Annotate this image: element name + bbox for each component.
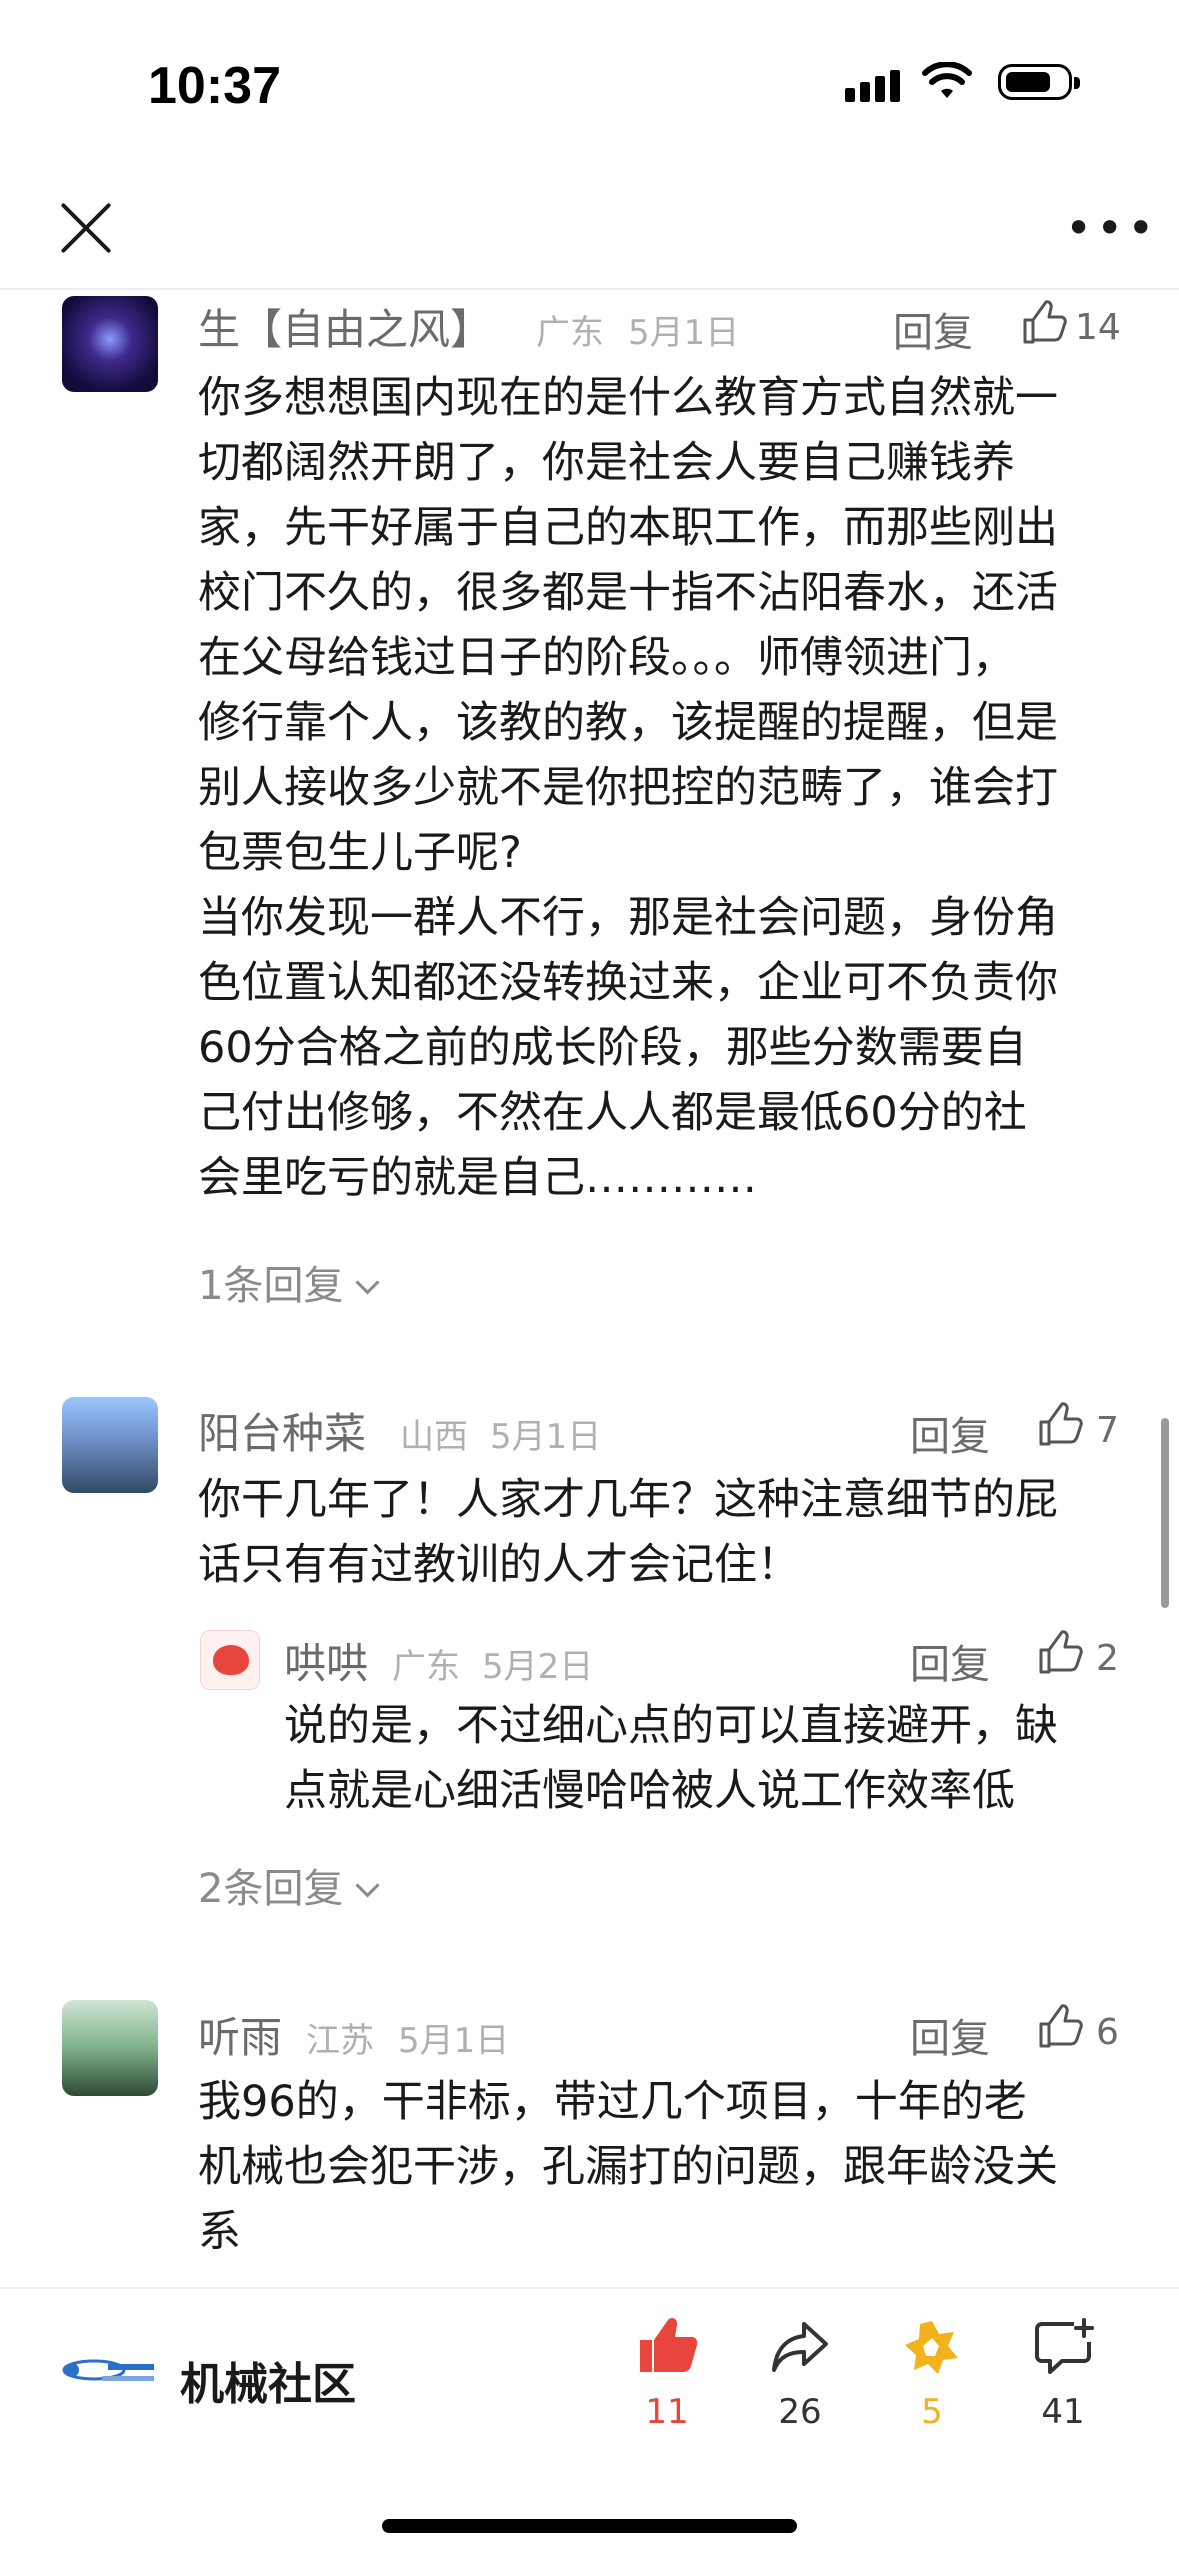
- thumbs-up-filled-icon[interactable]: [638, 2316, 698, 2374]
- chevron-down-icon: [355, 1873, 380, 1898]
- comment-line: 会里吃亏的就是自己…………: [198, 1153, 757, 1203]
- comment-region: 山西: [400, 1417, 468, 1457]
- top-nav-bar: [0, 170, 1179, 290]
- thumbs-up-icon[interactable]: [1037, 1402, 1083, 1448]
- like-count: 6: [1096, 2012, 1119, 2053]
- comment-date: 5月1日: [490, 1417, 602, 1457]
- reply-line: 说的是，不过细心点的可以直接避开，缺: [284, 1701, 1058, 1751]
- scrollbar[interactable]: [1161, 1418, 1169, 1608]
- comment-line: 我96的，干非标，带过几个项目，十年的老: [198, 2077, 1027, 2127]
- comment-add-icon[interactable]: [1034, 2318, 1096, 2376]
- comment-text: 你干几年了！人家才几年？这种注意细节的屁 话只有有过教训的人才会记住！: [198, 1468, 1138, 1598]
- comment-line: 你干几年了！人家才几年？这种注意细节的屁: [198, 1475, 1058, 1525]
- comment-line: 60分合格之前的成长阶段，那些分数需要自: [198, 1023, 1027, 1073]
- comment-line: 别人接收多少就不是你把控的范畴了，谁会打: [198, 763, 1058, 813]
- reply-author[interactable]: 哄哄: [284, 1630, 368, 1691]
- comment-author[interactable]: 生【自由之风】: [198, 296, 492, 357]
- avatar[interactable]: [62, 1397, 158, 1493]
- like-total: 11: [645, 2392, 689, 2432]
- comment-date: 5月1日: [398, 2021, 510, 2061]
- like-count: 7: [1096, 1410, 1119, 1451]
- reply-button[interactable]: 回复: [893, 300, 973, 358]
- comment-region: 广东: [536, 313, 604, 353]
- comment-line: 话只有有过教训的人才会记住！: [198, 1540, 800, 1590]
- comment-line: 在父母给钱过日子的阶段。。。师傅领进门，: [198, 633, 1015, 683]
- avatar[interactable]: [200, 1630, 260, 1690]
- reply-button[interactable]: 回复: [910, 1632, 990, 1690]
- comment-line: 你多想想国内现在的是什么教育方式自然就一: [198, 373, 1058, 423]
- community-name[interactable]: 机械社区: [180, 2348, 356, 2412]
- share-total: 26: [778, 2392, 822, 2432]
- status-time: 10:37: [148, 57, 281, 115]
- comment-line: 系: [198, 2207, 241, 2257]
- thumbs-up-icon[interactable]: [1037, 1630, 1083, 1676]
- comment-author[interactable]: 阳台种菜: [198, 1400, 366, 1461]
- reply-line: 点就是心细活慢哈哈被人说工作效率低: [284, 1766, 1015, 1816]
- reply-button[interactable]: 回复: [910, 2006, 990, 2064]
- avatar[interactable]: [62, 2000, 158, 2096]
- comment-line: 机械也会犯干涉，孔漏打的问题，跟年龄没关: [198, 2142, 1058, 2192]
- view-replies-label: 1条回复: [198, 1263, 344, 1309]
- battery-icon: [998, 64, 1080, 100]
- comment-author[interactable]: 听雨: [198, 2004, 282, 2065]
- reply-text: 说的是，不过细心点的可以直接避开，缺 点就是心细活慢哈哈被人说工作效率低: [284, 1694, 1144, 1824]
- home-indicator[interactable]: [382, 2519, 797, 2533]
- comment-total: 41: [1041, 2392, 1085, 2432]
- avatar[interactable]: [62, 296, 158, 392]
- reply-date: 5月2日: [482, 1647, 594, 1687]
- reply-region: 广东: [392, 1647, 460, 1687]
- like-count: 2: [1096, 1638, 1119, 1679]
- comment-date: 5月1日: [628, 313, 740, 353]
- comment-line: 切都阔然开朗了，你是社会人要自己赚钱养: [198, 438, 1015, 488]
- comment-text: 你多想想国内现在的是什么教育方式自然就一 切都阔然开朗了，你是社会人要自己赚钱养…: [198, 366, 1138, 1211]
- comment-text: 我96的，干非标，带过几个项目，十年的老 机械也会犯干涉，孔漏打的问题，跟年龄没…: [198, 2070, 1138, 2265]
- bottom-action-bar: [0, 2287, 1179, 2556]
- comment-line: 当你发现一群人不行，那是社会问题，身份角: [198, 893, 1058, 943]
- view-replies-label: 2条回复: [198, 1866, 344, 1912]
- community-logo: [62, 2359, 154, 2381]
- close-icon[interactable]: [56, 198, 116, 258]
- view-replies-link[interactable]: 2条回复: [198, 1856, 380, 1914]
- comment-line: 包票包生儿子呢?: [198, 828, 522, 878]
- thumbs-up-icon[interactable]: [1021, 300, 1067, 346]
- comment-line: 校门不久的，很多都是十指不沾阳春水，还活: [198, 568, 1058, 618]
- wifi-icon: [922, 62, 972, 98]
- comment-line: 己付出修够，不然在人人都是最低60分的社: [198, 1088, 1027, 1138]
- reply-button[interactable]: 回复: [910, 1404, 990, 1462]
- comment-line: 修行靠个人，该教的教，该提醒的提醒，但是: [198, 698, 1058, 748]
- favorite-icon[interactable]: [902, 2318, 962, 2378]
- comment-line: 色位置认知都还没转换过来，企业可不负责你: [198, 958, 1058, 1008]
- comment-line: 家，先干好属于自己的本职工作，而那些刚出: [198, 503, 1058, 553]
- thumbs-up-icon[interactable]: [1037, 2004, 1083, 2050]
- favorite-total: 5: [921, 2392, 943, 2432]
- share-icon[interactable]: [770, 2320, 830, 2374]
- more-options-icon[interactable]: •••: [1065, 205, 1158, 251]
- comment-region: 江苏: [306, 2021, 374, 2061]
- view-replies-link[interactable]: 1条回复: [198, 1253, 380, 1311]
- like-count: 14: [1075, 307, 1121, 348]
- cellular-signal-icon: [845, 70, 905, 102]
- chevron-down-icon: [355, 1270, 380, 1295]
